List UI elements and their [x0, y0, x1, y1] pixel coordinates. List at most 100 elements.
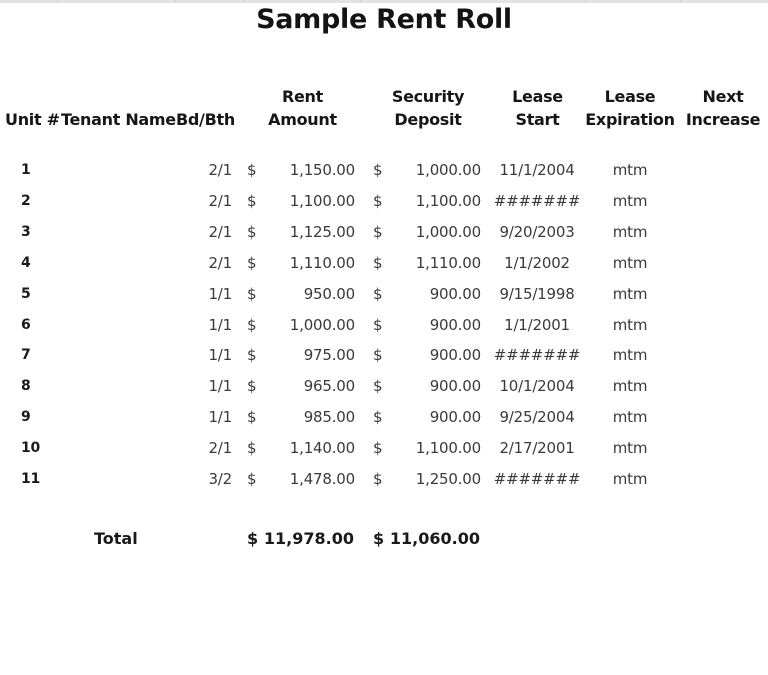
cell-deposit-amount: 1,110.00	[415, 254, 481, 272]
cell-lease-start: 2/17/2001	[499, 439, 575, 457]
cell-deposit-amount: 1,000.00	[415, 223, 481, 241]
cell-unit: 6	[21, 317, 31, 333]
cell-bd-bth: 2/1	[208, 223, 232, 241]
cell-lease-start: 11/1/2004	[499, 161, 575, 179]
cell-bd-bth: 1/1	[208, 285, 232, 303]
cell-unit: 8	[21, 378, 31, 394]
cell-rent-currency: $	[247, 439, 257, 457]
cell-lease-expiration: mtm	[612, 346, 648, 364]
header-start-line2: Start	[515, 110, 560, 129]
cell-deposit-currency: $	[373, 346, 383, 364]
cell-deposit-currency: $	[373, 470, 383, 488]
cell-lease-expiration: mtm	[612, 316, 648, 334]
total-deposit-amount: 11,060.00	[389, 529, 480, 548]
header-rent-line1: Rent	[281, 87, 323, 106]
header-deposit-line1: Security	[391, 87, 465, 106]
cell-lease-expiration: mtm	[612, 439, 648, 457]
cell-bd-bth: 2/1	[208, 254, 232, 272]
cell-lease-start: 9/25/2004	[499, 408, 575, 426]
cell-unit: 11	[21, 471, 41, 487]
header-start-line1: Lease	[512, 87, 563, 106]
cell-rent-currency: $	[247, 470, 257, 488]
cell-lease-start: 1/1/2002	[504, 254, 570, 272]
cell-rent-amount: 1,110.00	[289, 254, 355, 272]
cell-deposit-currency: $	[373, 192, 383, 210]
cell-lease-start: #######	[493, 470, 581, 488]
cell-rent-amount: 965.00	[303, 377, 355, 395]
cell-lease-start: 9/15/1998	[499, 285, 575, 303]
cell-deposit-currency: $	[373, 408, 383, 426]
cell-rent-currency: $	[247, 254, 257, 272]
cell-bd-bth: 1/1	[208, 346, 232, 364]
cell-deposit-currency: $	[373, 223, 383, 241]
cell-lease-expiration: mtm	[612, 285, 648, 303]
cell-rent-currency: $	[247, 408, 257, 426]
cell-rent-currency: $	[247, 316, 257, 334]
cell-deposit-amount: 1,100.00	[415, 439, 481, 457]
cell-unit: 3	[21, 224, 31, 240]
cell-unit: 1	[21, 162, 31, 178]
total-deposit-currency: $	[373, 529, 385, 548]
cell-unit: 4	[21, 255, 31, 271]
cell-deposit-amount: 900.00	[429, 285, 481, 303]
cell-lease-start: #######	[493, 346, 581, 364]
cell-lease-expiration: mtm	[612, 161, 648, 179]
cell-bd-bth: 2/1	[208, 161, 232, 179]
cell-lease-expiration: mtm	[612, 254, 648, 272]
cell-deposit-amount: 1,100.00	[415, 192, 481, 210]
cell-bd-bth: 3/2	[208, 470, 232, 488]
cell-lease-expiration: mtm	[612, 408, 648, 426]
cell-rent-amount: 950.00	[303, 285, 355, 303]
cell-deposit-amount: 900.00	[429, 346, 481, 364]
cell-rent-currency: $	[247, 161, 257, 179]
total-label: Total	[94, 529, 138, 548]
cell-bd-bth: 2/1	[208, 192, 232, 210]
cell-rent-currency: $	[247, 223, 257, 241]
cell-lease-start: 9/20/2003	[499, 223, 575, 241]
cell-lease-expiration: mtm	[612, 470, 648, 488]
cell-deposit-currency: $	[373, 439, 383, 457]
cell-deposit-amount: 900.00	[429, 316, 481, 334]
cell-lease-start: 1/1/2001	[504, 316, 570, 334]
cell-deposit-amount: 900.00	[429, 377, 481, 395]
cell-lease-start: 10/1/2004	[499, 377, 575, 395]
cell-unit: 5	[21, 286, 31, 302]
cell-deposit-currency: $	[373, 377, 383, 395]
cell-rent-amount: 1,478.00	[289, 470, 355, 488]
cell-deposit-amount: 1,000.00	[415, 161, 481, 179]
header-bd-bth: Bd/Bth	[176, 110, 235, 129]
cell-unit: 2	[21, 193, 31, 209]
cell-rent-amount: 1,000.00	[289, 316, 355, 334]
header-next-line2: Increase	[685, 110, 761, 129]
header-tenant-name: Tenant Name	[61, 110, 176, 129]
cell-rent-amount: 1,100.00	[289, 192, 355, 210]
cell-deposit-currency: $	[373, 316, 383, 334]
cell-bd-bth: 1/1	[208, 408, 232, 426]
sheet-gridline	[0, 0, 768, 3]
cell-lease-expiration: mtm	[612, 223, 648, 241]
total-rent-currency: $	[247, 529, 259, 548]
cell-lease-expiration: mtm	[612, 192, 648, 210]
cell-bd-bth: 1/1	[208, 377, 232, 395]
cell-deposit-currency: $	[373, 285, 383, 303]
cell-rent-amount: 1,125.00	[289, 223, 355, 241]
header-expiration-line2: Expiration	[585, 110, 675, 129]
cell-rent-amount: 1,150.00	[289, 161, 355, 179]
cell-unit: 10	[21, 440, 41, 456]
sheet-title: Sample Rent Roll	[256, 4, 512, 35]
cell-unit: 7	[21, 347, 31, 363]
cell-lease-start: #######	[493, 192, 581, 210]
cell-bd-bth: 2/1	[208, 439, 232, 457]
total-rent-amount: 11,978.00	[263, 529, 354, 548]
cell-rent-currency: $	[247, 285, 257, 303]
cell-deposit-amount: 1,250.00	[415, 470, 481, 488]
cell-rent-currency: $	[247, 192, 257, 210]
header-next-line1: Next	[702, 87, 744, 106]
cell-deposit-currency: $	[373, 254, 383, 272]
cell-rent-amount: 1,140.00	[289, 439, 355, 457]
cell-rent-currency: $	[247, 377, 257, 395]
header-rent-line2: Amount	[268, 110, 337, 129]
cell-rent-currency: $	[247, 346, 257, 364]
header-expiration-line1: Lease	[604, 87, 656, 106]
cell-lease-expiration: mtm	[612, 377, 648, 395]
